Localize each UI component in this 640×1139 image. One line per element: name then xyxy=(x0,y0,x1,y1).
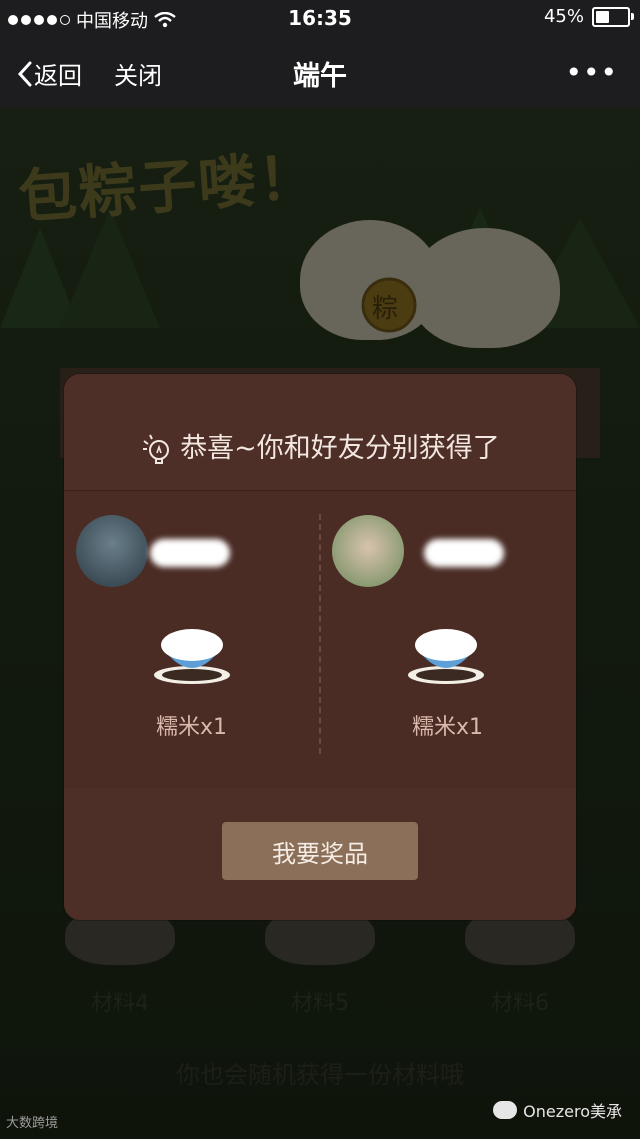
reward-label: 糯米x1 xyxy=(411,715,484,740)
nav-bar: 返回 关闭 端午 ••• xyxy=(0,36,640,108)
modal-title: 恭喜~你和好友分别获得了 xyxy=(64,426,576,467)
battery-level xyxy=(596,10,609,23)
username-blurred xyxy=(150,539,230,567)
reward-label: 糯米x1 xyxy=(155,715,228,740)
avatar xyxy=(332,515,404,587)
status-right: 45% xyxy=(543,6,634,27)
avatar xyxy=(76,515,148,587)
friend-column-left: 糯米x1 xyxy=(64,491,319,791)
lightbulb-icon xyxy=(143,434,170,464)
claim-prize-button[interactable]: 我要奖品 xyxy=(222,822,418,880)
friend-column-right: 糯米x1 xyxy=(320,491,575,791)
watermark-left: 大数跨境 xyxy=(6,1116,59,1131)
modal-title-text: 恭喜~你和好友分别获得了 xyxy=(180,433,500,464)
watermark-right: Onezero美承 xyxy=(493,1098,622,1122)
watermark-right-text: Onezero美承 xyxy=(523,1102,622,1121)
reward-modal: 恭喜~你和好友分别获得了 糯米x1 糯米x1 我要奖品 xyxy=(64,374,576,920)
username-blurred xyxy=(424,539,504,567)
battery-icon xyxy=(592,6,634,27)
more-menu-button[interactable]: ••• xyxy=(565,56,618,89)
wechat-icon xyxy=(493,1101,518,1119)
battery-percent: 45% xyxy=(543,6,584,27)
rice-bowl-icon xyxy=(408,629,484,684)
page-title: 端午 xyxy=(293,61,347,92)
status-bar: 中国移动 16:35 45% xyxy=(0,0,640,36)
rice-bowl-icon xyxy=(154,629,230,684)
